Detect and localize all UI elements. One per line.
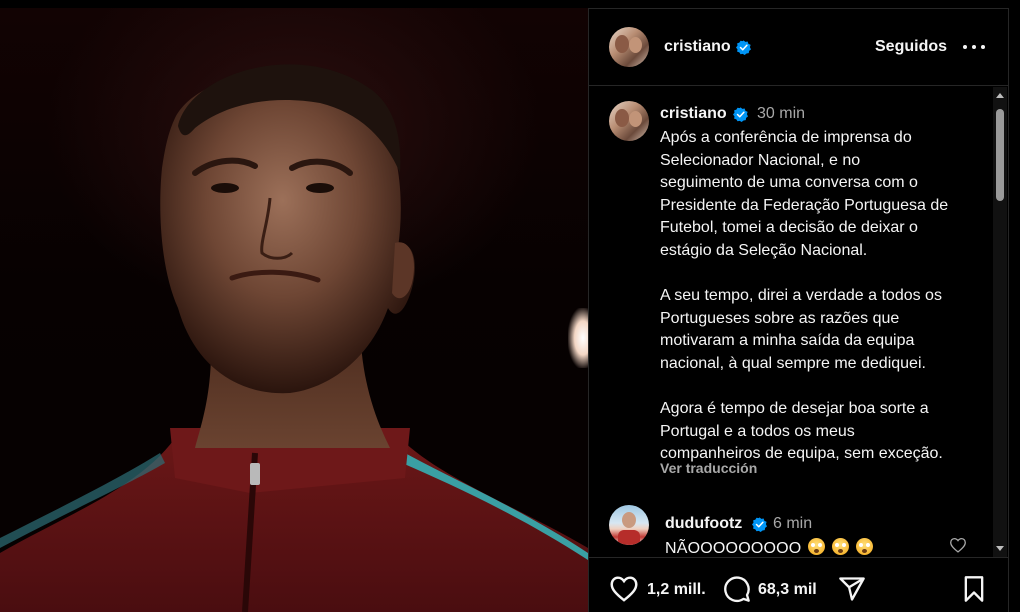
- author-avatar[interactable]: [609, 27, 649, 67]
- likes-count[interactable]: 1,2 mill.: [647, 581, 706, 599]
- portrait-illustration: [0, 64, 588, 612]
- scroll-up-arrow-icon[interactable]: [996, 93, 1004, 98]
- caption-paragraph: A seu tempo, direi a verdade a todos os …: [660, 285, 990, 375]
- caption-paragraph: Após a conferência de imprensa do Seleci…: [660, 127, 990, 263]
- caption-author-avatar[interactable]: [609, 101, 649, 141]
- stadium-light: [568, 308, 588, 368]
- save-bookmark-icon[interactable]: [961, 575, 987, 603]
- comments-count[interactable]: 68,3 mil: [758, 581, 817, 599]
- scrollbar-thumb[interactable]: [996, 109, 1004, 201]
- caption-line: Futebol, tomei a decisão de deixar o: [660, 219, 918, 237]
- caption-line: Após a conferência de imprensa do: [660, 129, 912, 146]
- post-actions-bar: 1,2 mill. 68,3 mil: [589, 557, 1009, 612]
- caption-line: estágio da Seleção Nacional.: [660, 241, 868, 259]
- caption-line: nacional, à qual sempre me dediquei.: [660, 354, 926, 372]
- flushed-face-emoji-icon: [832, 538, 850, 555]
- caption-line: Presidente da Federação Portuguesa de: [660, 196, 949, 214]
- commenter-username[interactable]: dudufootz: [665, 515, 742, 533]
- more-options-icon[interactable]: [963, 45, 985, 51]
- caption-timestamp: 30 min: [757, 105, 806, 122]
- flushed-face-emoji-icon: [808, 538, 826, 555]
- comment-text-content: NÃOOOOOOOOO: [665, 540, 802, 557]
- caption-line: seguimento de uma conversa com o: [660, 174, 918, 192]
- following-button[interactable]: Seguidos: [875, 38, 947, 56]
- caption-line: A seu tempo, direi a verdade a todos os: [660, 287, 942, 305]
- verified-badge-icon: [752, 517, 767, 532]
- caption-text: Após a conferência de imprensa do Seleci…: [660, 127, 990, 466]
- caption-line: Selecionador Nacional, e no: [660, 151, 861, 169]
- see-translation-link[interactable]: Ver traducción: [660, 460, 757, 476]
- comments-scrollbar[interactable]: [993, 87, 1007, 557]
- post-photo[interactable]: [0, 8, 588, 612]
- verified-badge-icon: [736, 40, 751, 55]
- flushed-face-emoji-icon: [856, 538, 874, 555]
- like-comment-heart-icon[interactable]: [949, 537, 967, 553]
- caption-paragraph: Agora é tempo de desejar boa sorte a Por…: [660, 398, 990, 466]
- comments-section[interactable]: cristiano 30 min Após a conferência de i…: [589, 87, 1009, 557]
- caption-username[interactable]: cristiano: [660, 105, 727, 123]
- share-paper-plane-icon[interactable]: [837, 575, 867, 603]
- scroll-down-arrow-icon[interactable]: [996, 546, 1004, 551]
- comment-timestamp: 6 min: [773, 515, 813, 532]
- comment-text: NÃOOOOOOOOO: [665, 538, 874, 557]
- post-side-panel: cristiano Seguidos cristiano 30 min Após…: [588, 8, 1009, 612]
- author-username[interactable]: cristiano: [664, 38, 731, 56]
- comment-bubble-icon[interactable]: [722, 575, 752, 603]
- verified-badge-icon: [733, 107, 748, 122]
- post-header: cristiano Seguidos: [589, 9, 1009, 86]
- instagram-post-view: cristiano Seguidos cristiano 30 min Após…: [0, 0, 1020, 612]
- caption-line: Portugueses sobre as razões que: [660, 309, 900, 327]
- caption-line: Agora é tempo de desejar boa sorte a: [660, 400, 929, 418]
- commenter-avatar[interactable]: [609, 505, 649, 545]
- caption-line: motivaram a minha saída da equipa: [660, 332, 915, 350]
- like-heart-icon[interactable]: [609, 575, 639, 602]
- caption-line: Portugal e a todos os meus: [660, 422, 855, 440]
